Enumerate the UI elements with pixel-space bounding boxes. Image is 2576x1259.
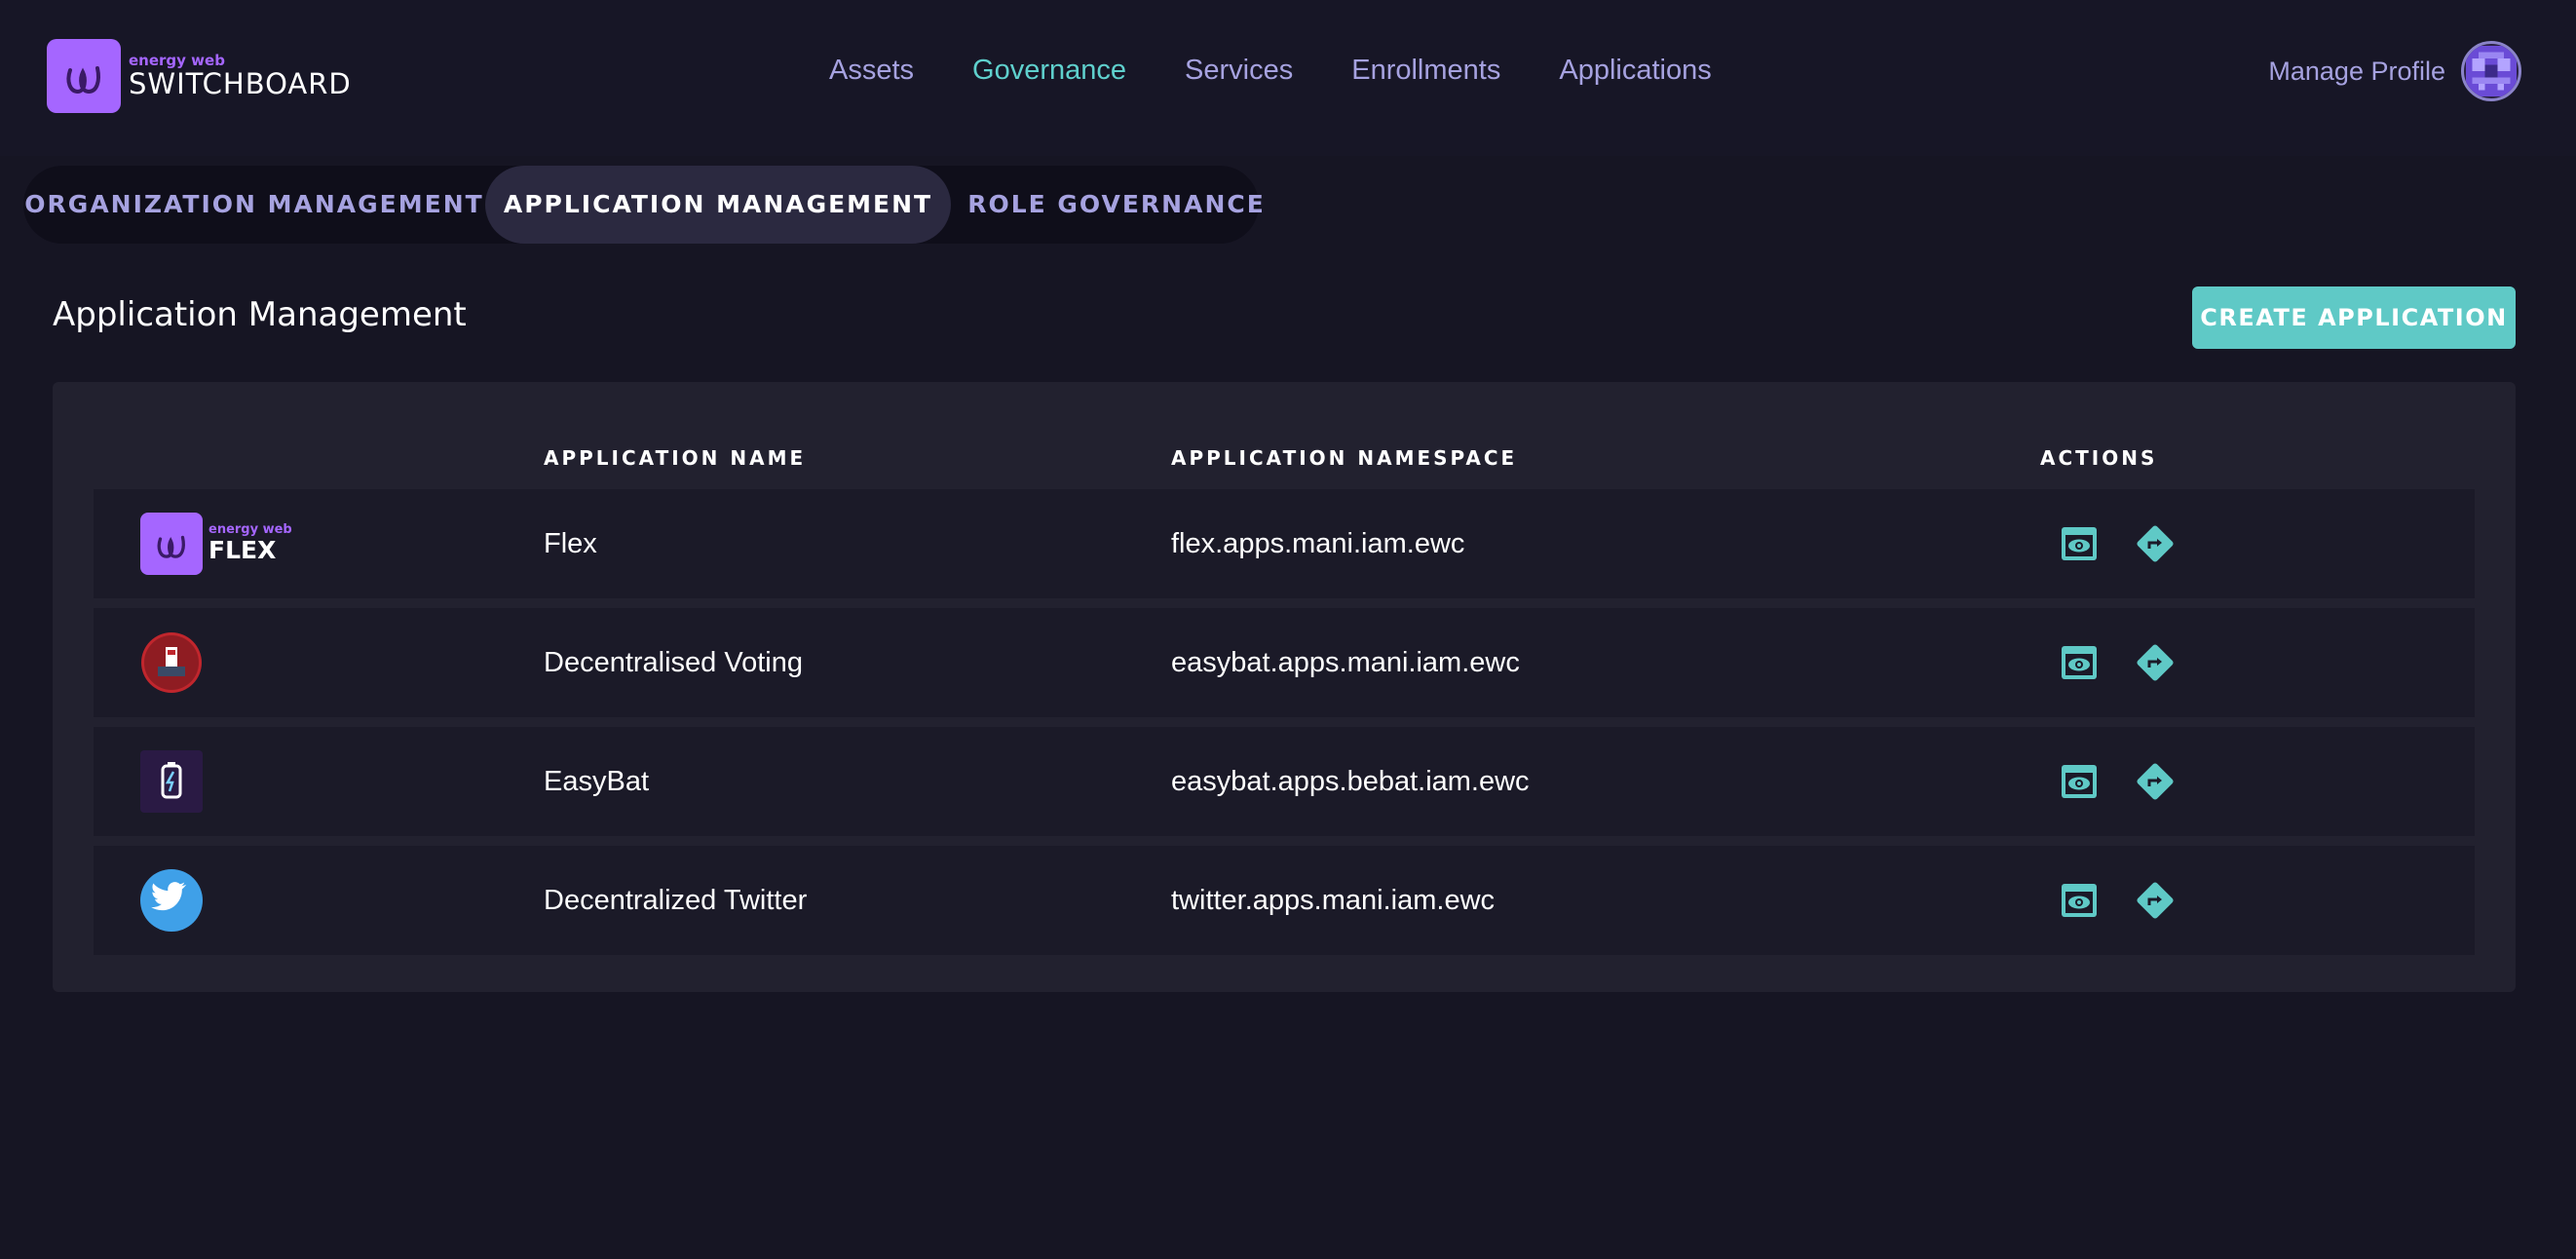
tab-application-management[interactable]: APPLICATION MANAGEMENT — [485, 166, 951, 244]
manage-profile[interactable]: Manage Profile — [2268, 41, 2521, 101]
app-namespace: easybat.apps.mani.iam.ewc — [1171, 647, 1520, 678]
twitter-logo — [140, 869, 203, 932]
transfer-icon[interactable] — [2134, 879, 2177, 922]
create-application-button[interactable]: CREATE APPLICATION — [2192, 286, 2516, 349]
view-icon[interactable] — [2058, 879, 2101, 922]
nav-governance[interactable]: Governance — [972, 55, 1126, 87]
app-name: Decentralised Voting — [544, 647, 803, 678]
table-row[interactable]: Decentralized Twitter twitter.apps.mani.… — [94, 846, 2475, 955]
nav-services[interactable]: Services — [1185, 55, 1293, 87]
view-icon[interactable] — [2058, 522, 2101, 565]
tab-organization-management[interactable]: ORGANIZATION MANAGEMENT — [23, 166, 485, 244]
header-actions: ACTIONS — [2040, 446, 2158, 470]
pixel-avatar-icon — [2466, 46, 2517, 96]
header-application-name: APPLICATION NAME — [544, 446, 807, 470]
table-row[interactable]: Decentralised Voting easybat.apps.mani.i… — [94, 608, 2475, 717]
easybat-logo — [140, 750, 203, 813]
main-nav: Assets Governance Services Enrollments A… — [829, 55, 1770, 87]
avatar[interactable] — [2461, 41, 2521, 101]
energy-web-logo-icon — [47, 39, 121, 113]
page-title: Application Management — [53, 295, 467, 334]
transfer-icon[interactable] — [2134, 760, 2177, 803]
table-row[interactable]: energy web FLEX Flex flex.apps.mani.iam.… — [94, 489, 2475, 598]
transfer-icon[interactable] — [2134, 522, 2177, 565]
switchboard-logo[interactable]: energy web SWITCHBOARD — [47, 39, 352, 113]
app-name: Decentralized Twitter — [544, 885, 808, 916]
brand-name: SWITCHBOARD — [129, 67, 352, 100]
app-name: EasyBat — [544, 766, 649, 797]
manage-profile-label[interactable]: Manage Profile — [2268, 57, 2445, 87]
tab-role-governance[interactable]: ROLE GOVERNANCE — [951, 166, 1282, 244]
energy-web-flex-logo: energy web FLEX — [140, 513, 292, 575]
flex-logo-small-text: energy web — [208, 522, 292, 537]
app-namespace: easybat.apps.bebat.iam.ewc — [1171, 766, 1530, 797]
view-icon[interactable] — [2058, 641, 2101, 684]
app-namespace: twitter.apps.mani.iam.ewc — [1171, 885, 1496, 916]
flex-logo-text: FLEX — [208, 536, 277, 564]
brand-small-text: energy web — [129, 52, 225, 69]
top-header: energy web SWITCHBOARD Assets Governance… — [0, 0, 2576, 156]
voting-logo — [140, 631, 203, 694]
app-name: Flex — [544, 528, 597, 559]
header-application-namespace: APPLICATION NAMESPACE — [1171, 446, 1518, 470]
nav-assets[interactable]: Assets — [829, 55, 914, 87]
view-icon[interactable] — [2058, 760, 2101, 803]
table-row[interactable]: EasyBat easybat.apps.bebat.iam.ewc — [94, 727, 2475, 836]
transfer-icon[interactable] — [2134, 641, 2177, 684]
nav-enrollments[interactable]: Enrollments — [1351, 55, 1500, 87]
governance-tabs: ORGANIZATION MANAGEMENT APPLICATION MANA… — [23, 166, 1264, 244]
nav-applications[interactable]: Applications — [1559, 55, 1711, 87]
app-namespace: flex.apps.mani.iam.ewc — [1171, 528, 1465, 559]
